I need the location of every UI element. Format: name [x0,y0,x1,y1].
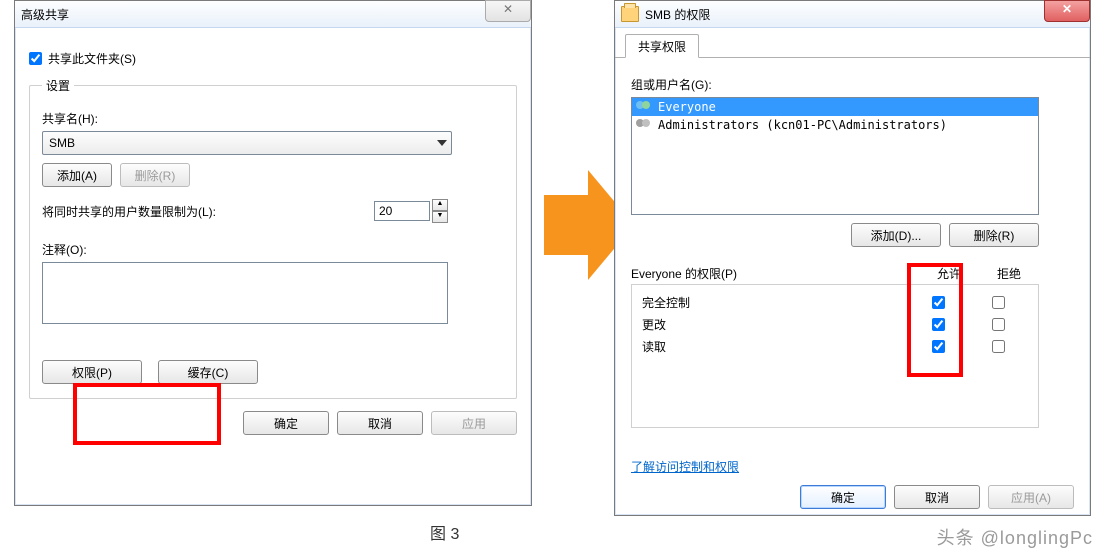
caching-button[interactable]: 缓存(C) [158,360,258,384]
dialog-buttons-right: 确定 取消 应用(A) [631,485,1074,509]
allow-full-checkbox[interactable] [932,296,945,309]
perm-row-read: 读取 [632,335,1038,357]
share-folder-checkbox[interactable] [29,52,42,65]
list-item-everyone[interactable]: Everyone [632,98,1038,116]
add-user-button[interactable]: 添加(D)... [851,223,941,247]
perm-header: Everyone 的权限(P) 允许 拒绝 [631,265,1039,282]
close-icon: ✕ [503,2,513,16]
window-title: 高级共享 [21,6,69,23]
deny-change-checkbox[interactable] [992,318,1005,331]
users-icon [636,101,652,113]
share-folder-row: 共享此文件夹(S) [29,50,517,67]
settings-fieldset: 设置 共享名(H): SMB 添加(A) 删除(R) 将同时共享的用户数量限制为… [29,77,517,399]
dialog-buttons-left: 确定 取消 应用 [29,411,517,435]
ok-button[interactable]: 确定 [800,485,886,509]
deny-full-checkbox[interactable] [992,296,1005,309]
perm-table: 完全控制 更改 读取 [631,284,1039,428]
chevron-down-icon [437,140,447,146]
perm-label: 读取 [642,338,908,355]
figure-caption: 图 3 [430,520,459,544]
tab-share-permissions[interactable]: 共享权限 [625,34,699,58]
apply-button: 应用 [431,411,517,435]
titlebar-right: SMB 的权限 ✕ [615,1,1090,28]
window-title: SMB 的权限 [645,6,710,23]
col-deny: 拒绝 [979,265,1039,282]
tab-label: 共享权限 [638,38,686,55]
users-icon [636,119,652,131]
limit-input[interactable] [374,201,430,221]
spinner-up-icon[interactable]: ▲ [432,199,448,211]
list-item-label: Everyone [658,100,716,114]
comment-textarea[interactable] [42,262,448,324]
col-allow: 允许 [919,265,979,282]
client-area-left: 共享此文件夹(S) 设置 共享名(H): SMB 添加(A) 删除(R) 将同时… [15,28,531,445]
permissions-button[interactable]: 权限(P) [42,360,142,384]
comment-label: 注释(O): [42,241,504,258]
client-area-right: 组或用户名(G): Everyone Administrators (kcn01… [615,58,1090,517]
tab-strip: 共享权限 [615,34,1090,58]
spinner-down-icon[interactable]: ▼ [432,211,448,223]
remove-share-button: 删除(R) [120,163,190,187]
close-button[interactable]: ✕ [485,0,531,22]
remove-user-button[interactable]: 删除(R) [949,223,1039,247]
add-share-button[interactable]: 添加(A) [42,163,112,187]
folder-icon [621,6,639,22]
list-item-label: Administrators (kcn01-PC\Administrators) [658,118,947,132]
advanced-sharing-window: 高级共享 ✕ 共享此文件夹(S) 设置 共享名(H): SMB 添加(A) 删除… [14,0,532,506]
cancel-button[interactable]: 取消 [337,411,423,435]
allow-change-checkbox[interactable] [932,318,945,331]
perm-label: 完全控制 [642,294,908,311]
share-name-value: SMB [49,136,75,150]
ok-button[interactable]: 确定 [243,411,329,435]
list-item-administrators[interactable]: Administrators (kcn01-PC\Administrators) [632,116,1038,134]
users-listbox[interactable]: Everyone Administrators (kcn01-PC\Admini… [631,97,1039,215]
share-name-label: 共享名(H): [42,110,504,127]
limit-label: 将同时共享的用户数量限制为(L): [42,203,216,220]
share-folder-label: 共享此文件夹(S) [48,50,136,67]
limit-row: 将同时共享的用户数量限制为(L): ▲ ▼ [42,199,448,223]
limit-spinner[interactable]: ▲ ▼ [374,199,448,223]
titlebar-left: 高级共享 ✕ [15,1,531,28]
perm-row-full: 完全控制 [632,291,1038,313]
share-name-combo[interactable]: SMB [42,131,452,155]
apply-button: 应用(A) [988,485,1074,509]
permissions-window: SMB 的权限 ✕ 共享权限 组或用户名(G): Everyone Admini… [614,0,1091,516]
allow-read-checkbox[interactable] [932,340,945,353]
perm-label: 更改 [642,316,908,333]
deny-read-checkbox[interactable] [992,340,1005,353]
watermark: 头条 @longlingPc [937,524,1093,550]
learn-more-link[interactable]: 了解访问控制和权限 [631,458,739,475]
cancel-button[interactable]: 取消 [894,485,980,509]
group-users-label: 组或用户名(G): [631,76,1074,93]
perm-for-label: Everyone 的权限(P) [631,265,737,282]
perm-row-change: 更改 [632,313,1038,335]
settings-legend: 设置 [42,77,74,94]
close-icon: ✕ [1062,2,1072,16]
close-button[interactable]: ✕ [1044,0,1090,22]
